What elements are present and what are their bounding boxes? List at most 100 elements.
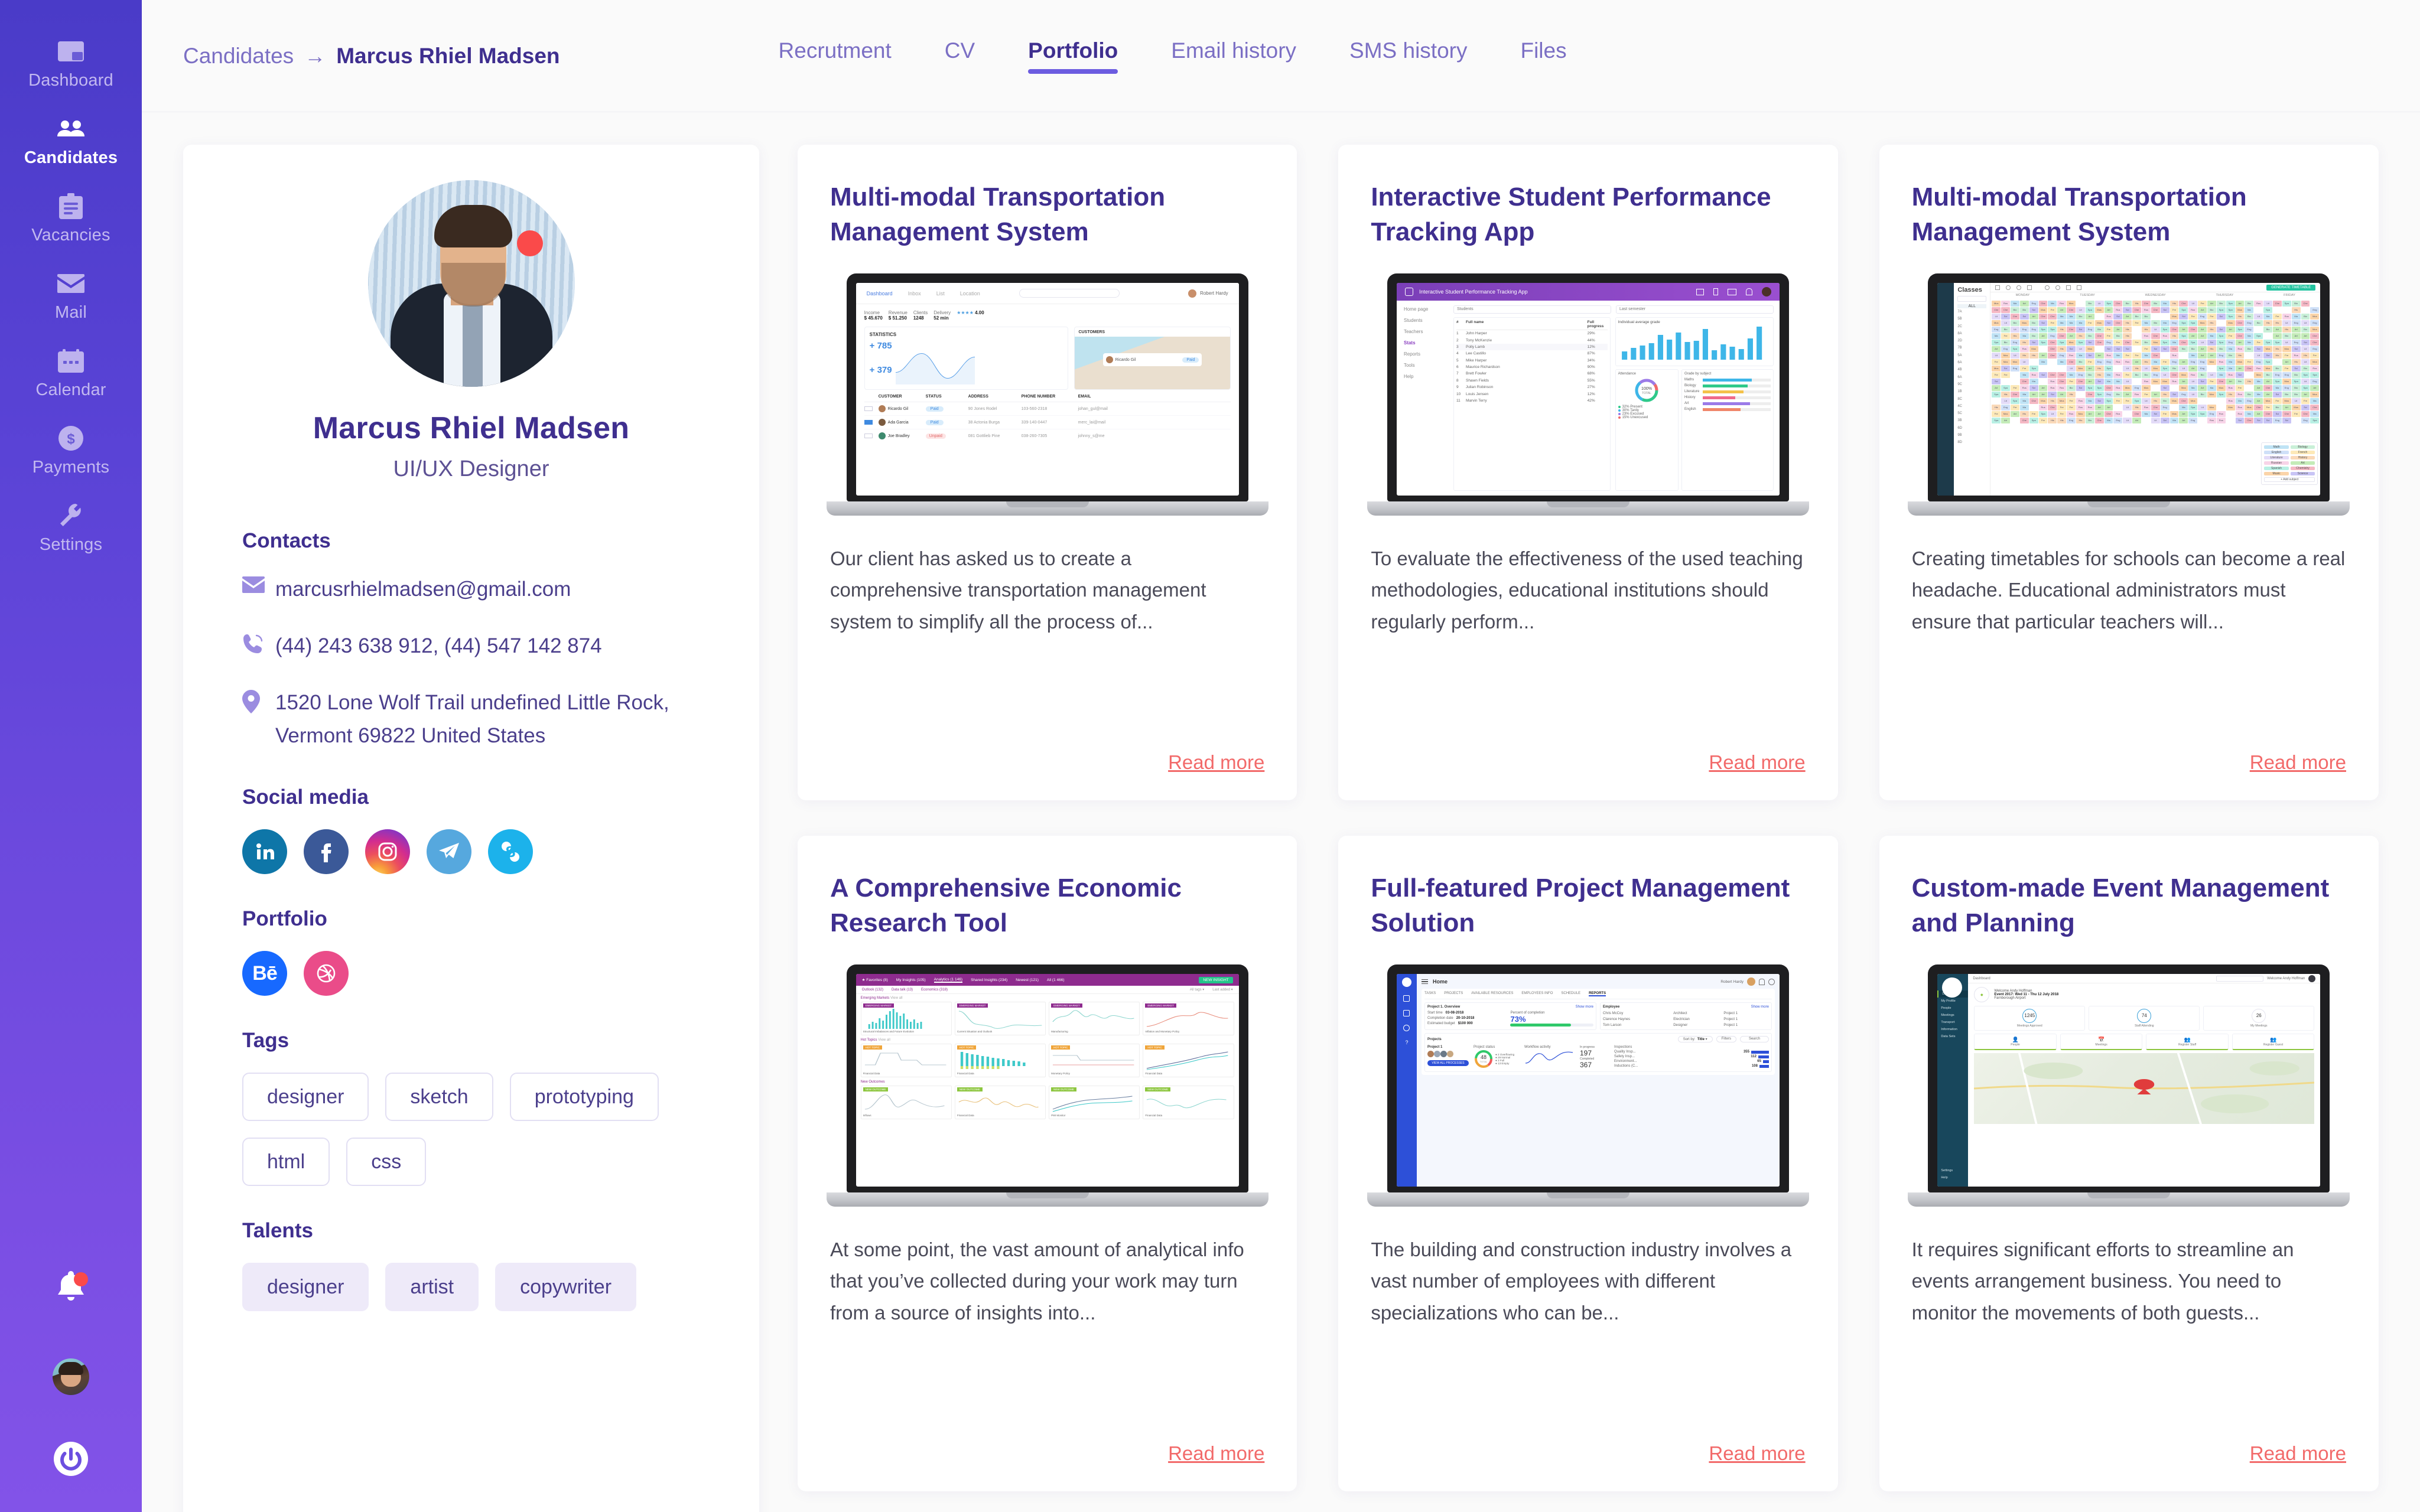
- skype-icon[interactable]: S: [488, 829, 533, 874]
- social-icon-row: S: [242, 829, 700, 874]
- instagram-icon[interactable]: [365, 829, 410, 874]
- contact-email-value: marcusrhielmadsen@gmail.com: [275, 573, 571, 606]
- portfolio-card-description: To evaluate the effectiveness of the use…: [1371, 543, 1805, 739]
- portfolio-card-preview: Classes ALL 7A 5B 2C 8A 2D 7B 5A 6A 4B 6A 9C 1B 8C 4C…: [1912, 273, 2346, 516]
- tab-files[interactable]: Files: [1520, 38, 1566, 74]
- portfolio-card-description: Our client has asked us to create a comp…: [830, 543, 1264, 739]
- talent-chip[interactable]: designer: [242, 1263, 369, 1311]
- sidebar-item-candidates[interactable]: Candidates: [0, 101, 142, 178]
- sidebar-label-settings: Settings: [40, 536, 102, 553]
- portfolio-card-preview: Dashboard Inbox List Location Robert Hardy …: [830, 273, 1264, 516]
- portfolio-card[interactable]: Multi-modal Transportation Management Sy…: [798, 145, 1297, 800]
- svg-text:TOTAL: TOTAL: [1480, 1060, 1488, 1063]
- user-avatar[interactable]: [0, 1358, 142, 1395]
- sidebar-label-vacancies: Vacancies: [31, 227, 110, 244]
- telegram-icon[interactable]: [427, 829, 471, 874]
- portfolio-card-title: Custom-made Event Management and Plannin…: [1912, 871, 2346, 942]
- read-more-link[interactable]: Read more: [1168, 1442, 1264, 1465]
- social-media-block: Social media S: [242, 786, 700, 874]
- sidebar-item-vacancies[interactable]: Vacancies: [0, 178, 142, 256]
- sidebar-item-dashboard[interactable]: Dashboard: [0, 24, 142, 101]
- status-badge: [517, 230, 543, 256]
- logout-button[interactable]: [0, 1441, 142, 1480]
- laptop-mockup: Classes ALL 7A 5B 2C 8A 2D 7B 5A 6A 4B 6A 9C 1B 8C 4C…: [1928, 273, 2330, 516]
- sidebar-item-calendar[interactable]: Calendar: [0, 333, 142, 410]
- talents-heading: Talents: [242, 1219, 700, 1243]
- tags-heading: Tags: [242, 1029, 700, 1052]
- sidebar-item-mail[interactable]: Mail: [0, 256, 142, 333]
- talents-list: designer artist copywriter: [242, 1263, 700, 1311]
- tags-list: designer sketch prototyping html css: [242, 1073, 700, 1186]
- tab-email-history[interactable]: Email history: [1171, 38, 1296, 74]
- behance-icon[interactable]: Bē: [242, 951, 287, 996]
- laptop-mockup: ? Home Robert Hardy TASKS PROJECTS AVAIL…: [1387, 964, 1789, 1207]
- portfolio-card-description: It requires significant efforts to strea…: [1912, 1234, 2346, 1430]
- read-more-link[interactable]: Read more: [1709, 751, 1805, 774]
- location-pin-icon: [242, 686, 275, 713]
- portfolio-card-title: A Comprehensive Economic Research Tool: [830, 871, 1264, 942]
- tags-block: Tags designer sketch prototyping html cs…: [242, 1029, 700, 1186]
- laptop-mockup: Dashboard Inbox List Location Robert Hardy …: [847, 273, 1248, 516]
- svg-text:48: 48: [1481, 1054, 1487, 1060]
- portfolio-card[interactable]: Interactive Student Performance Tracking…: [1338, 145, 1837, 800]
- tab-recrutment[interactable]: Recrutment: [779, 38, 892, 74]
- sidebar-label-payments: Payments: [32, 459, 110, 476]
- laptop-mockup: Interactive Student Performance Tracking…: [1387, 273, 1789, 516]
- svg-text:100%: 100%: [1641, 387, 1652, 391]
- contact-email[interactable]: marcusrhielmadsen@gmail.com: [242, 573, 700, 606]
- sidebar-item-settings[interactable]: Settings: [0, 488, 142, 565]
- vacancies-icon: [55, 191, 87, 221]
- breadcrumb-arrow-icon: →: [304, 44, 326, 69]
- portfolio-links-block: Portfolio Bē: [242, 907, 700, 996]
- mail-icon: [242, 573, 275, 593]
- tab-sms-history[interactable]: SMS history: [1349, 38, 1467, 74]
- tab-cv[interactable]: CV: [945, 38, 975, 74]
- portfolio-card-description: The building and construction industry i…: [1371, 1234, 1805, 1430]
- contact-address[interactable]: 1520 Lone Wolf Trail undefined Little Ro…: [242, 686, 700, 752]
- sidebar: Dashboard Candidates Vacancies Mail Cale: [0, 0, 142, 1512]
- sidebar-label-candidates: Candidates: [24, 149, 118, 167]
- tag-chip[interactable]: css: [346, 1138, 426, 1186]
- tag-chip[interactable]: sketch: [385, 1073, 493, 1121]
- contact-phone[interactable]: (44) 243 638 912, (44) 547 142 874: [242, 630, 700, 663]
- portfolio-card-title: Interactive Student Performance Tracking…: [1371, 180, 1805, 251]
- profile-role: UI/UX Designer: [242, 457, 700, 482]
- portfolio-icon-row: Bē: [242, 951, 700, 996]
- read-more-link[interactable]: Read more: [2250, 751, 2346, 774]
- portfolio-card[interactable]: Full-featured Project Management Solutio…: [1338, 836, 1837, 1491]
- portfolio-card[interactable]: A Comprehensive Economic Research Tool ★…: [798, 836, 1297, 1491]
- topbar: Candidates → Marcus Rhiel Madsen Recrutm…: [142, 0, 2420, 112]
- notifications-button[interactable]: [0, 1270, 142, 1307]
- tag-chip[interactable]: html: [242, 1138, 330, 1186]
- dribbble-icon[interactable]: [304, 951, 349, 996]
- tab-portfolio[interactable]: Portfolio: [1028, 38, 1118, 74]
- portfolio-card[interactable]: Multi-modal Transportation Management Sy…: [1879, 145, 2379, 800]
- social-heading: Social media: [242, 786, 700, 809]
- talent-chip[interactable]: copywriter: [495, 1263, 636, 1311]
- talents-block: Talents designer artist copywriter: [242, 1219, 700, 1311]
- portfolio-card[interactable]: Custom-made Event Management and Plannin…: [1879, 836, 2379, 1491]
- portfolio-card-title: Multi-modal Transportation Management Sy…: [1912, 180, 2346, 251]
- portfolio-card-title: Full-featured Project Management Solutio…: [1371, 871, 1805, 942]
- read-more-link[interactable]: Read more: [1709, 1442, 1805, 1465]
- portfolio-card-description: At some point, the vast amount of analyt…: [830, 1234, 1264, 1430]
- breadcrumb-parent[interactable]: Candidates: [183, 44, 294, 69]
- avatar-hair: [434, 205, 512, 247]
- laptop-mockup: ★ Favorites (8) My Insights (105) Analytic…: [847, 964, 1248, 1207]
- app-root: Dashboard Candidates Vacancies Mail Cale: [0, 0, 2420, 1512]
- linkedin-icon[interactable]: [242, 829, 287, 874]
- tag-chip[interactable]: prototyping: [510, 1073, 659, 1121]
- mail-icon: [55, 269, 87, 298]
- tag-chip[interactable]: designer: [242, 1073, 369, 1121]
- sidebar-label-mail: Mail: [55, 304, 87, 321]
- facebook-icon[interactable]: [304, 829, 349, 874]
- breadcrumb-current: Marcus Rhiel Madsen: [336, 44, 560, 69]
- sidebar-item-payments[interactable]: $ Payments: [0, 410, 142, 488]
- bell-icon: [55, 1270, 87, 1307]
- portfolio-grid: Multi-modal Transportation Management Sy…: [798, 145, 2379, 1512]
- talent-chip[interactable]: artist: [385, 1263, 479, 1311]
- read-more-link[interactable]: Read more: [2250, 1442, 2346, 1465]
- breadcrumb: Candidates → Marcus Rhiel Madsen: [183, 44, 560, 69]
- read-more-link[interactable]: Read more: [1168, 751, 1264, 774]
- profile-avatar: [368, 180, 575, 387]
